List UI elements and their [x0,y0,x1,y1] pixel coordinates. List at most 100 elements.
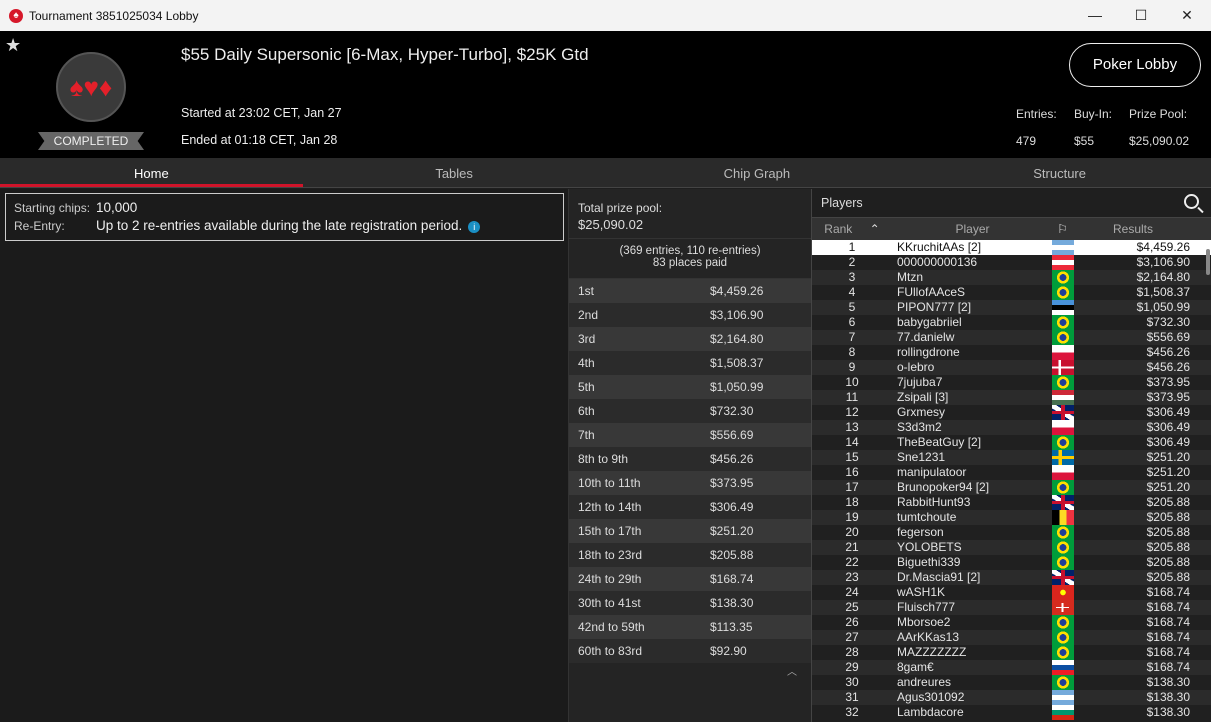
player-name: Agus301092 [897,690,965,704]
player-name: wASH1K [897,585,946,599]
player-name: Mtzn [897,270,924,284]
player-rank: 32 [845,705,859,719]
rank-column-header[interactable]: Rank ⌃ [812,218,892,240]
status-badge: COMPLETED [38,132,144,150]
country-flag-icon [1051,630,1074,645]
country-flag-icon [1051,435,1074,450]
country-flag-icon [1051,540,1074,555]
players-title: Players [821,196,863,210]
player-row[interactable]: 31 Agus301092 $138.30 [812,690,1211,705]
country-flag-icon [1051,315,1074,330]
player-row[interactable]: 28 MAZZZZZZZ $168.74 [812,645,1211,660]
player-name: Sne1231 [897,450,946,464]
player-row[interactable]: 11 Zsipali [3] $373.95 [812,390,1211,405]
player-row[interactable]: 18 RabbitHunt93 $205.88 [812,495,1211,510]
player-row[interactable]: 32 Lambdacore $138.30 [812,705,1211,720]
player-row[interactable]: 13 S3d3m2 $306.49 [812,420,1211,435]
player-rank: 17 [845,480,859,494]
search-icon[interactable] [1184,194,1199,209]
player-row[interactable]: 17 Brunopoker94 [2] $251.20 [812,480,1211,495]
tab-home[interactable]: Home [0,158,303,187]
places-paid: 83 places paid [652,257,728,269]
payout-amount: $456.26 [710,452,754,466]
country-flag-icon [1051,705,1074,720]
country-flag-icon [1051,390,1074,405]
maximize-button[interactable]: ☐ [1118,0,1164,31]
player-row[interactable]: 15 Sne1231 $251.20 [812,450,1211,465]
flag-column-icon[interactable]: ⚐ [1049,218,1076,240]
player-rank: 1 [848,240,856,254]
player-result: $168.74 [1146,585,1190,599]
close-button[interactable]: ✕ [1164,0,1210,31]
minimize-button[interactable]: — [1072,0,1118,31]
info-icon[interactable]: i [468,221,481,233]
tab-tables[interactable]: Tables [303,158,606,187]
payout-amount: $168.74 [710,572,754,586]
player-row[interactable]: 6 babygabriiel $732.30 [812,315,1211,330]
player-row[interactable]: 19 tumtchoute $205.88 [812,510,1211,525]
entries-note: (369 entries, 110 re-entries) [619,245,761,257]
player-row[interactable]: 21 YOLOBETS $205.88 [812,540,1211,555]
tab-chip-graph[interactable]: Chip Graph [606,158,909,187]
player-result: $2,164.80 [1136,270,1190,284]
player-rank: 7 [848,330,856,344]
payout-place: 1st [578,284,595,298]
player-row[interactable]: 25 Fluisch777 $168.74 [812,600,1211,615]
prize-pool-value: $25,090.02 [1129,134,1190,148]
player-row[interactable]: 7 77.danielw $556.69 [812,330,1211,345]
player-row[interactable]: 9 o-lebro $456.26 [812,360,1211,375]
country-flag-icon [1051,690,1074,705]
player-row[interactable]: 29 8gam€ $168.74 [812,660,1211,675]
player-name: 77.danielw [897,330,955,344]
payout-row: 18th to 23rd $205.88 [569,543,811,567]
player-name: babygabriiel [897,315,962,329]
player-column-header[interactable]: Player [892,218,1049,240]
player-result: $556.69 [1146,330,1190,344]
payout-row: 60th to 83rd $92.90 [569,639,811,663]
payout-row: 10th to 11th $373.95 [569,471,811,495]
payout-row: 7th $556.69 [569,423,811,447]
player-row[interactable]: 16 manipulatoor $251.20 [812,465,1211,480]
buyin-label: Buy-In: [1074,107,1113,121]
payout-amount: $205.88 [710,548,754,562]
player-row[interactable]: 10 7jujuba7 $373.95 [812,375,1211,390]
scrollbar[interactable] [1206,249,1210,275]
player-row[interactable]: 23 Dr.Mascia91 [2] $205.88 [812,570,1211,585]
country-flag-icon [1051,465,1074,480]
tab-structure[interactable]: Structure [908,158,1211,187]
player-row[interactable]: 5 PIPON777 [2] $1,050.99 [812,300,1211,315]
players-table: 1 KKruchitAAs [2] $4,459.26 2 000000000136 $3… [812,240,1211,720]
player-row[interactable]: 12 Grxmesy $306.49 [812,405,1211,420]
payout-place: 30th to 41st [578,596,641,610]
payout-amount: $732.30 [710,404,754,418]
player-row[interactable]: 2 000000000136 $3,106.90 [812,255,1211,270]
player-row[interactable]: 14 TheBeatGuy [2] $306.49 [812,435,1211,450]
player-rank: 31 [845,690,859,704]
favorite-star-icon[interactable]: ★ [5,35,21,56]
player-row[interactable]: 27 AArKKas13 $168.74 [812,630,1211,645]
poker-lobby-button[interactable]: Poker Lobby [1069,43,1201,87]
player-row[interactable]: 4 FUllofAAceS $1,508.37 [812,285,1211,300]
player-row[interactable]: 20 fegerson $205.88 [812,525,1211,540]
payout-place: 18th to 23rd [578,548,643,562]
country-flag-icon [1051,330,1074,345]
country-flag-icon [1051,345,1074,360]
player-row[interactable]: 3 Mtzn $2,164.80 [812,270,1211,285]
country-flag-icon [1051,660,1074,675]
player-result: $306.49 [1146,420,1190,434]
player-row[interactable]: 1 KKruchitAAs [2] $4,459.26 [812,240,1211,255]
total-prize-value: $25,090.02 [578,217,644,232]
payout-amount: $556.69 [710,428,754,442]
collapse-chevron-icon[interactable]: ︿ [787,663,797,678]
player-row[interactable]: 22 Biguethi339 $205.88 [812,555,1211,570]
player-result: $205.88 [1146,555,1190,569]
player-row[interactable]: 8 rollingdrone $456.26 [812,345,1211,360]
starting-chips-value: 10,000 [96,200,138,215]
suits-logo-icon: ♠♥♦ [56,52,126,122]
tournament-title: $55 Daily Supersonic [6-Max, Hyper-Turbo… [181,45,589,64]
player-row[interactable]: 30 andreures $138.30 [812,675,1211,690]
player-row[interactable]: 26 Mborsoe2 $168.74 [812,615,1211,630]
results-column-header[interactable]: Results [1076,218,1200,240]
player-row[interactable]: 24 wASH1K $168.74 [812,585,1211,600]
player-name: rollingdrone [897,345,960,359]
